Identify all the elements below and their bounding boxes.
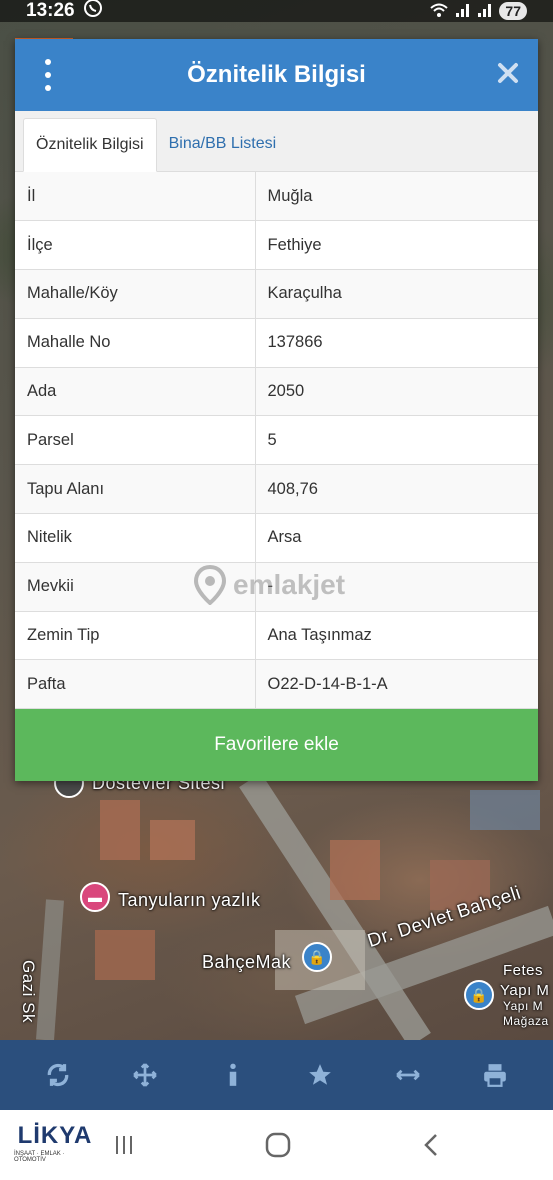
tab-building-list[interactable]: Bina/BB Listesi bbox=[157, 117, 289, 171]
row-value: Karaçulha bbox=[255, 269, 538, 319]
refresh-button[interactable] bbox=[35, 1052, 81, 1098]
row-key: Zemin Tip bbox=[15, 611, 256, 661]
home-button[interactable] bbox=[258, 1128, 298, 1162]
measure-button[interactable] bbox=[385, 1052, 431, 1098]
hotel-poi-icon[interactable]: ▬ bbox=[80, 882, 110, 912]
print-icon bbox=[484, 1064, 507, 1087]
row-key: İl bbox=[15, 172, 256, 222]
attribute-table-wrap[interactable]: İl Muğla İlçe Fethiye Mahalle/Köy Karaçulha… bbox=[15, 172, 538, 709]
info-button[interactable] bbox=[210, 1052, 256, 1098]
map-label-tanyularin: Tanyuların yazlık bbox=[118, 890, 261, 910]
shop-poi-icon[interactable]: 🔒 bbox=[302, 942, 332, 972]
map-label-gazi: Gazi Sk bbox=[19, 960, 38, 1024]
recent-apps-icon bbox=[116, 1136, 132, 1154]
signal-icon-2 bbox=[477, 2, 493, 21]
likya-logo: LİKYA İNŞAAT · EMLAK · OTOMOTİV bbox=[14, 1122, 96, 1170]
move-button[interactable] bbox=[122, 1052, 168, 1098]
map-label-yapi-2: Yapı M bbox=[503, 999, 544, 1013]
row-key: Tapu Alanı bbox=[15, 464, 256, 515]
row-value: Muğla bbox=[255, 172, 538, 222]
table-row: Mevkii - bbox=[15, 562, 538, 612]
table-row: Pafta O22-D-14-B-1-A bbox=[15, 659, 538, 709]
system-nav-bar: LİKYA İNŞAAT · EMLAK · OTOMOTİV bbox=[0, 1110, 553, 1180]
row-value: Arsa bbox=[255, 513, 538, 563]
close-icon[interactable] bbox=[496, 61, 520, 85]
map-label-yapi: Yapı M bbox=[500, 982, 550, 999]
refresh-icon bbox=[47, 1063, 69, 1087]
favorite-button[interactable] bbox=[297, 1052, 343, 1098]
map-label-bahcemak: BahçeMak bbox=[202, 952, 292, 972]
back-button[interactable] bbox=[412, 1128, 452, 1162]
table-row: Tapu Alanı 408,76 bbox=[15, 464, 538, 515]
row-key: Mahalle No bbox=[15, 318, 256, 368]
whatsapp-icon bbox=[83, 0, 103, 24]
info-icon bbox=[229, 1063, 236, 1086]
row-key: Mevkii bbox=[15, 562, 256, 612]
back-icon bbox=[424, 1134, 437, 1156]
battery-indicator: 77 bbox=[499, 2, 527, 20]
row-value: 2050 bbox=[255, 367, 538, 417]
dialog-header: Öznitelik Bilgisi bbox=[15, 39, 538, 111]
add-to-favorites-button[interactable]: Favorilere ekle bbox=[15, 709, 538, 781]
signal-icon bbox=[455, 2, 471, 21]
row-value: Ana Taşınmaz bbox=[255, 611, 538, 661]
row-key: Pafta bbox=[15, 659, 256, 709]
dialog-title: Öznitelik Bilgisi bbox=[187, 61, 366, 88]
recent-apps-button[interactable] bbox=[104, 1128, 144, 1162]
more-vertical-icon[interactable] bbox=[41, 59, 55, 91]
row-value: 408,76 bbox=[255, 464, 538, 515]
row-key: Ada bbox=[15, 367, 256, 417]
map-toolbar bbox=[0, 1040, 553, 1110]
table-row: Zemin Tip Ana Taşınmaz bbox=[15, 611, 538, 661]
row-value: Fethiye bbox=[255, 220, 538, 271]
map-label-magaza: Mağaza bbox=[503, 1014, 549, 1028]
row-value: 5 bbox=[255, 415, 538, 466]
logo-text: LİKYA bbox=[17, 1122, 93, 1149]
shop-poi-icon-2[interactable]: 🔒 bbox=[464, 980, 494, 1010]
attribute-dialog: Öznitelik Bilgisi Öznitelik Bilgisi Bina… bbox=[15, 39, 538, 781]
row-value: O22-D-14-B-1-A bbox=[255, 659, 538, 709]
row-key: İlçe bbox=[15, 220, 256, 271]
table-row: Ada 2050 bbox=[15, 367, 538, 417]
logo-subtext: İNŞAAT · EMLAK · OTOMOTİV bbox=[14, 1151, 65, 1163]
map-label-fetes: Fetes bbox=[503, 962, 544, 979]
table-row: Mahalle No 137866 bbox=[15, 318, 538, 368]
row-key: Nitelik bbox=[15, 513, 256, 563]
row-key: Parsel bbox=[15, 415, 256, 466]
row-key: Mahalle/Köy bbox=[15, 269, 256, 319]
wifi-icon bbox=[429, 2, 449, 21]
row-value: 137866 bbox=[255, 318, 538, 368]
tab-attribute-info[interactable]: Öznitelik Bilgisi bbox=[23, 118, 157, 172]
status-time: 13:26 bbox=[26, 0, 75, 21]
table-row: Nitelik Arsa bbox=[15, 513, 538, 563]
print-button[interactable] bbox=[472, 1052, 518, 1098]
measure-icon bbox=[395, 1069, 420, 1081]
table-row: İl Muğla bbox=[15, 172, 538, 222]
home-icon bbox=[265, 1132, 291, 1158]
table-row: Parsel 5 bbox=[15, 415, 538, 466]
table-row: İlçe Fethiye bbox=[15, 220, 538, 271]
attribute-table: İl Muğla İlçe Fethiye Mahalle/Köy Karaçulha… bbox=[15, 172, 538, 709]
star-icon bbox=[309, 1064, 332, 1085]
row-value: - bbox=[255, 562, 538, 612]
dialog-tabs: Öznitelik Bilgisi Bina/BB Listesi bbox=[15, 111, 538, 172]
move-icon bbox=[133, 1063, 158, 1087]
status-bar: 13:26 77 bbox=[0, 0, 553, 22]
table-row: Mahalle/Köy Karaçulha bbox=[15, 269, 538, 319]
